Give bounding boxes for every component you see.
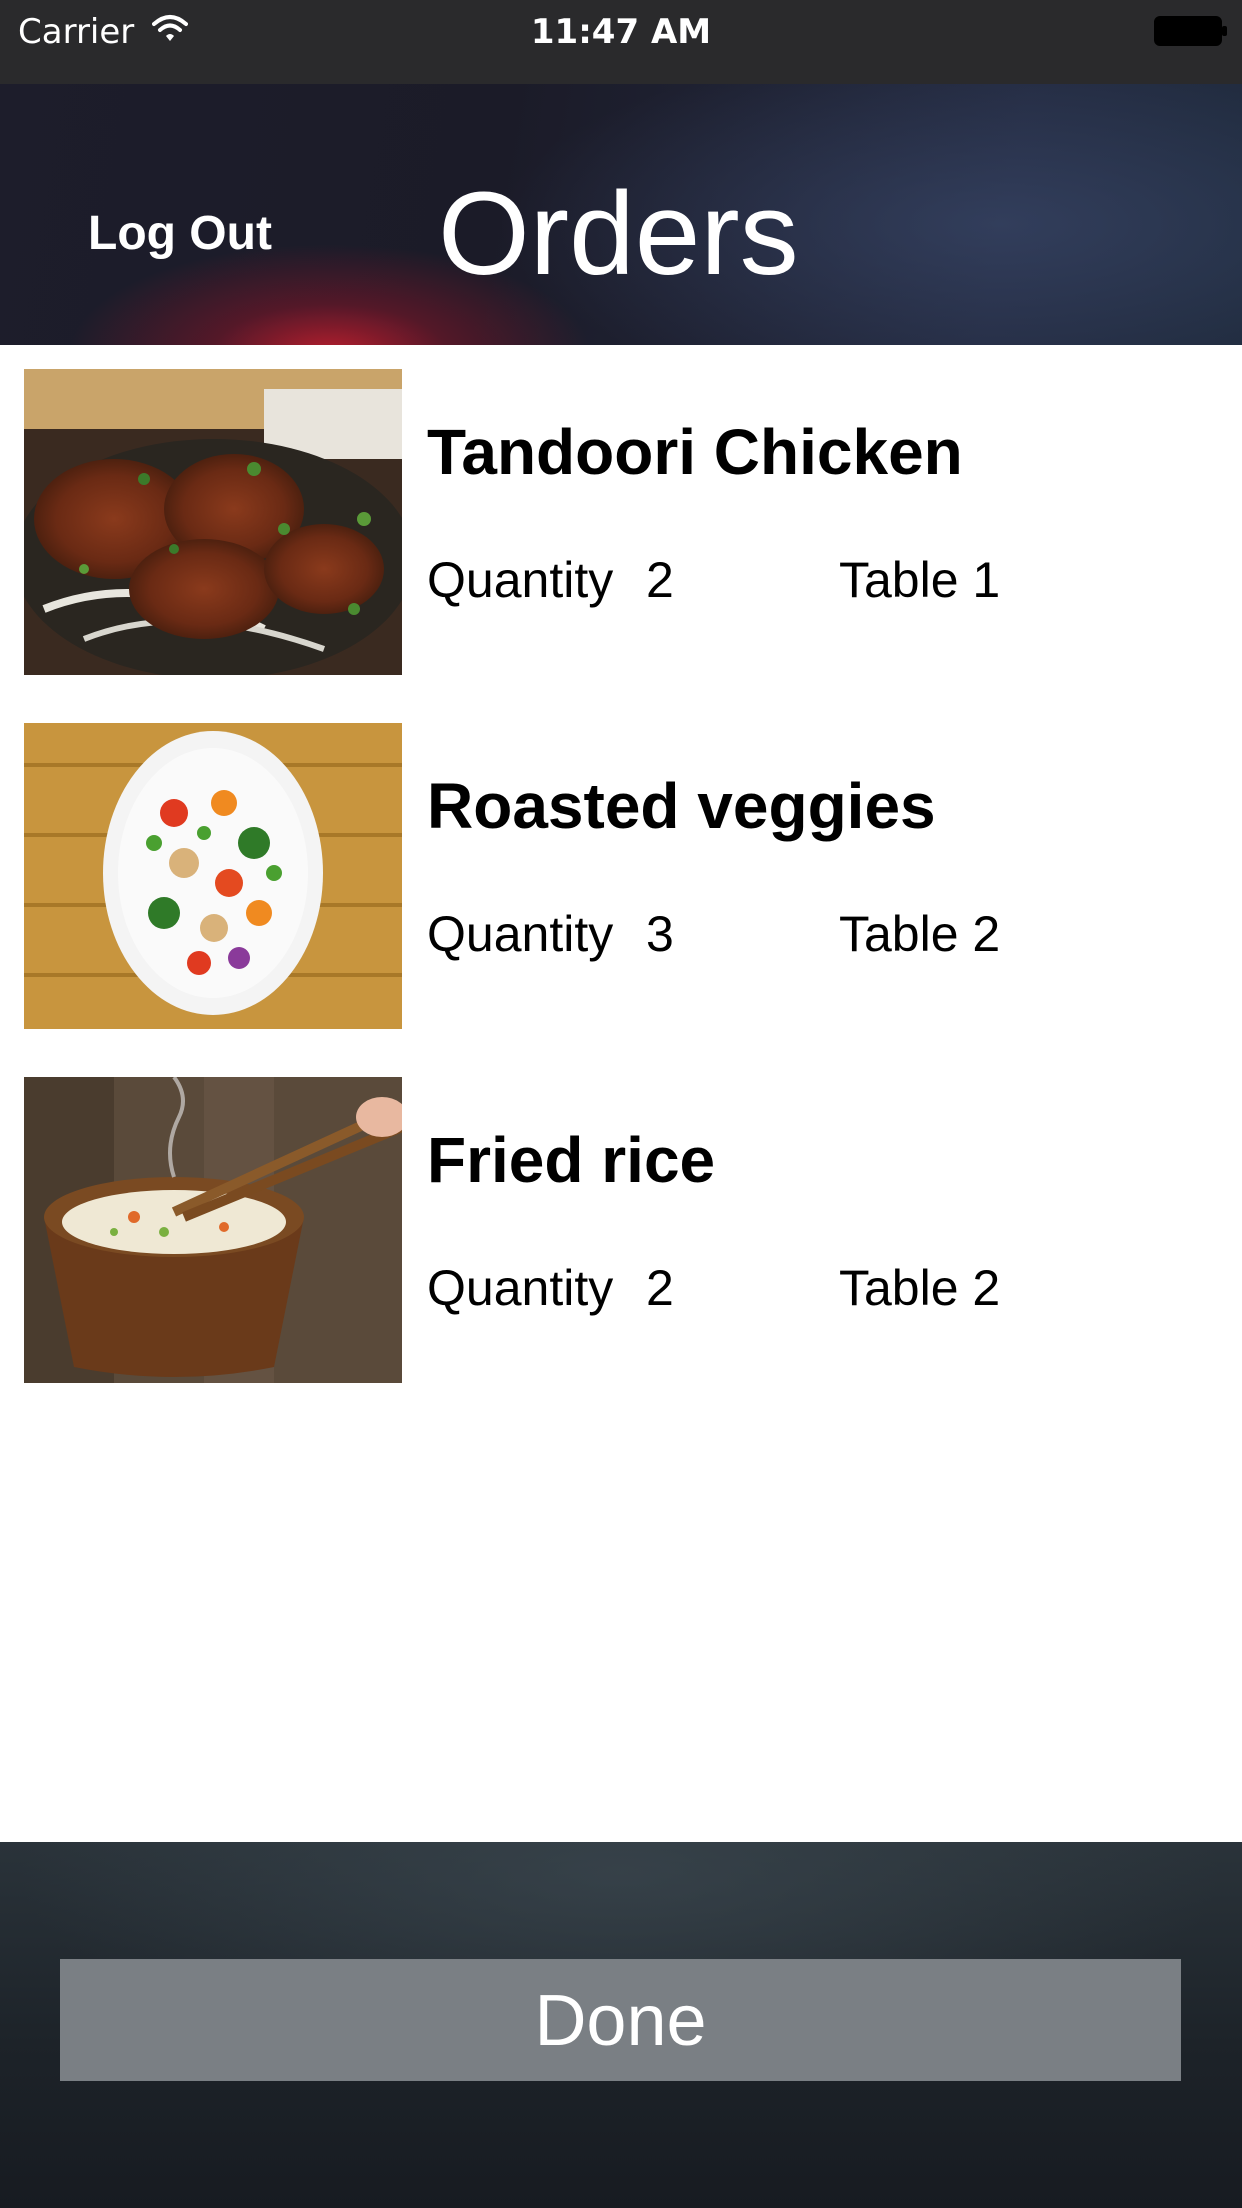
- header-bar: Log Out Orders: [0, 84, 1242, 345]
- table-label: Table 2: [839, 906, 1001, 962]
- order-item-name: Fried rice: [427, 1124, 716, 1196]
- battery-icon: [1154, 16, 1228, 46]
- quantity-value: 2: [646, 1260, 674, 1316]
- quantity-label: Quantity: [427, 906, 614, 962]
- order-item-name: Tandoori Chicken: [427, 416, 963, 488]
- order-row[interactable]: Fried rice Quantity 2 Table 2: [0, 1053, 1242, 1407]
- quantity-label: Quantity: [427, 552, 614, 608]
- status-bar: Carrier 11:47 AM: [0, 0, 1242, 84]
- tandoori-chicken-photo: [24, 369, 402, 675]
- orders-screen: Carrier 11:47 AM Log Out Orders Tandoori…: [0, 0, 1242, 2208]
- quantity-value: 3: [646, 906, 674, 962]
- fried-rice-photo: [24, 1077, 402, 1383]
- footer-bar: Done: [0, 1842, 1242, 2208]
- status-time: 11:47 AM: [530, 12, 712, 52]
- order-row[interactable]: Tandoori Chicken Quantity 2 Table 1: [0, 345, 1242, 699]
- done-button[interactable]: Done: [60, 1959, 1181, 2081]
- roasted-veggies-photo: [24, 723, 402, 1029]
- page-title: Orders: [438, 168, 799, 300]
- quantity-label: Quantity: [427, 1260, 614, 1316]
- order-item-name: Roasted veggies: [427, 770, 936, 842]
- order-row[interactable]: Roasted veggies Quantity 3 Table 2: [0, 699, 1242, 1053]
- logout-button[interactable]: Log Out: [88, 207, 272, 261]
- quantity-value: 2: [646, 552, 674, 608]
- table-label: Table 2: [839, 1260, 1001, 1316]
- table-label: Table 1: [839, 552, 1001, 608]
